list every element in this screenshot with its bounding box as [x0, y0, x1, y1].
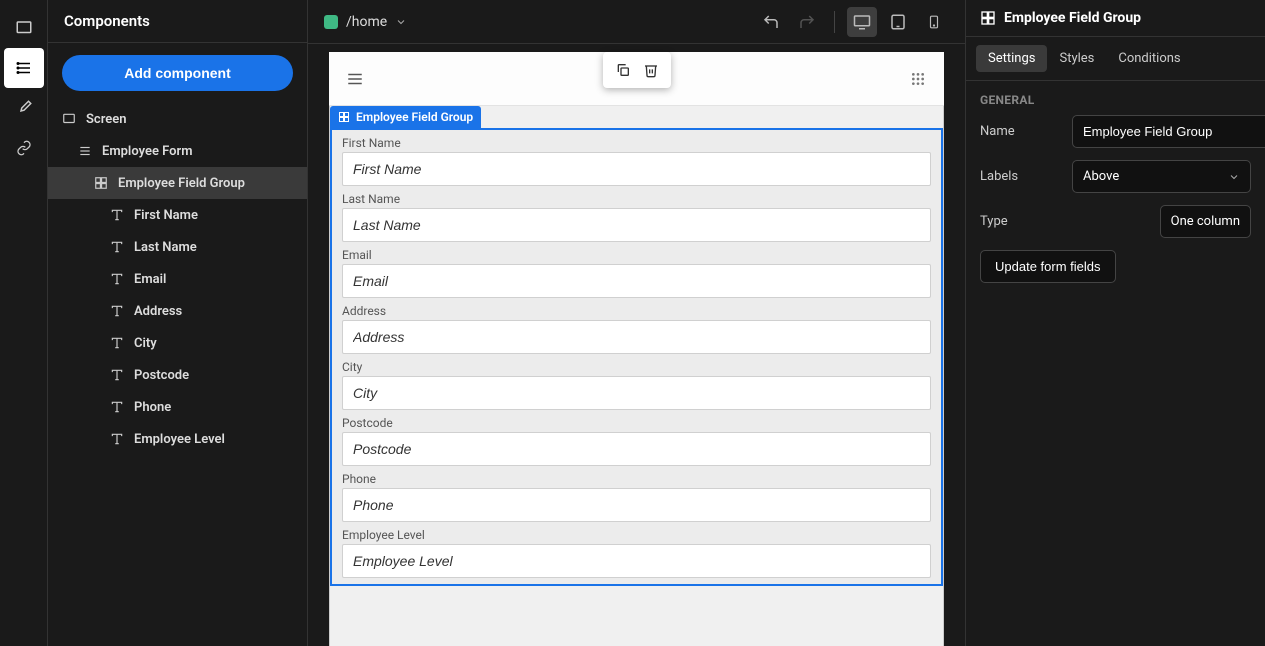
- selection-toolbar: [603, 52, 671, 88]
- tree-field[interactable]: Address: [48, 295, 307, 327]
- form-field-label: Last Name: [342, 192, 931, 206]
- form-field-input[interactable]: [342, 320, 931, 354]
- prop-type-label: Type: [980, 214, 1060, 229]
- text-field-icon: [108, 400, 126, 414]
- section-general: GENERAL: [966, 81, 1265, 115]
- add-component-button[interactable]: Add component: [62, 55, 293, 91]
- form-field-label: City: [342, 360, 931, 374]
- tab-settings[interactable]: Settings: [976, 45, 1047, 72]
- form-field-input[interactable]: [342, 208, 931, 242]
- theme-tab-icon[interactable]: [4, 88, 44, 128]
- tree-field-label: Address: [134, 304, 182, 319]
- employee-field-group[interactable]: First Name Last Name Email Address City …: [330, 128, 943, 586]
- tree-field[interactable]: Employee Level: [48, 423, 307, 455]
- tree-field-label: City: [134, 336, 157, 351]
- form-field-input[interactable]: [342, 544, 931, 578]
- form-field[interactable]: Phone: [336, 466, 937, 522]
- form-field-label: Address: [342, 304, 931, 318]
- text-field-icon: [108, 304, 126, 318]
- form-field[interactable]: Last Name: [336, 186, 937, 242]
- form-icon: [76, 144, 94, 158]
- update-form-fields-button[interactable]: Update form fields: [980, 250, 1116, 283]
- components-panel-title: Components: [48, 0, 307, 43]
- prop-name-input[interactable]: [1072, 115, 1265, 148]
- components-tab-icon[interactable]: [4, 48, 44, 88]
- tree-field-label: Email: [134, 272, 166, 287]
- prop-type-value: One column: [1160, 205, 1251, 238]
- delete-button[interactable]: [637, 56, 665, 84]
- tab-conditions[interactable]: Conditions: [1106, 45, 1192, 72]
- route-path: /home: [346, 14, 387, 30]
- links-tab-icon[interactable]: [4, 128, 44, 168]
- tree-field-label: First Name: [134, 208, 198, 223]
- tree-field-label: Employee Level: [134, 432, 225, 447]
- tree-field-label: Postcode: [134, 368, 189, 383]
- duplicate-button[interactable]: [609, 56, 637, 84]
- device-desktop-button[interactable]: [847, 7, 877, 37]
- chevron-down-icon: [1228, 171, 1240, 183]
- text-field-icon: [108, 432, 126, 446]
- form-field-input[interactable]: [342, 488, 931, 522]
- field-group-icon: [338, 111, 350, 123]
- tab-styles[interactable]: Styles: [1047, 45, 1106, 72]
- tree-screen-label: Screen: [86, 112, 127, 127]
- device-mobile-button[interactable]: [919, 7, 949, 37]
- form-field-label: Phone: [342, 472, 931, 486]
- tree-field-group[interactable]: Employee Field Group: [48, 167, 307, 199]
- form-field-label: Postcode: [342, 416, 931, 430]
- form-field-input[interactable]: [342, 152, 931, 186]
- form-field-label: First Name: [342, 136, 931, 150]
- tree-field[interactable]: Phone: [48, 391, 307, 423]
- hamburger-icon[interactable]: [343, 67, 367, 91]
- form-field-input[interactable]: [342, 376, 931, 410]
- tree-field[interactable]: First Name: [48, 199, 307, 231]
- form-field-input[interactable]: [342, 264, 931, 298]
- redo-button[interactable]: [792, 7, 822, 37]
- form-field-label: Email: [342, 248, 931, 262]
- toolbar-divider: [834, 11, 835, 33]
- tree-screen[interactable]: Screen: [48, 103, 307, 135]
- tree-field-group-label: Employee Field Group: [118, 176, 245, 191]
- form-field[interactable]: Address: [336, 298, 937, 354]
- prop-labels-label: Labels: [980, 169, 1060, 184]
- tree-field[interactable]: Last Name: [48, 231, 307, 263]
- tree-field-label: Phone: [134, 400, 171, 415]
- apps-grid-icon[interactable]: [906, 67, 930, 91]
- chevron-down-icon: [395, 16, 407, 28]
- prop-labels-value: Above: [1083, 169, 1119, 184]
- tree-field[interactable]: City: [48, 327, 307, 359]
- text-field-icon: [108, 336, 126, 350]
- route-status-dot: [324, 15, 338, 29]
- form-field-input[interactable]: [342, 432, 931, 466]
- undo-button[interactable]: [756, 7, 786, 37]
- tree-field[interactable]: Email: [48, 263, 307, 295]
- text-field-icon: [108, 368, 126, 382]
- selection-tag-label: Employee Field Group: [356, 110, 473, 124]
- form-field[interactable]: City: [336, 354, 937, 410]
- tree-form-label: Employee Form: [102, 144, 193, 159]
- text-field-icon: [108, 208, 126, 222]
- text-field-icon: [108, 240, 126, 254]
- prop-labels-select[interactable]: Above: [1072, 160, 1251, 193]
- field-group-icon: [92, 176, 110, 190]
- form-field[interactable]: Postcode: [336, 410, 937, 466]
- device-tablet-button[interactable]: [883, 7, 913, 37]
- prop-name-label: Name: [980, 124, 1060, 139]
- screens-tab-icon[interactable]: [4, 8, 44, 48]
- route-selector[interactable]: /home: [324, 14, 407, 30]
- tree-field-label: Last Name: [134, 240, 197, 255]
- form-field[interactable]: First Name: [336, 130, 937, 186]
- text-field-icon: [108, 272, 126, 286]
- tree-form[interactable]: Employee Form: [48, 135, 307, 167]
- tree-field[interactable]: Postcode: [48, 359, 307, 391]
- form-field[interactable]: Email: [336, 242, 937, 298]
- screen-icon: [60, 112, 78, 126]
- form-field[interactable]: Employee Level: [336, 522, 937, 578]
- props-title: Employee Field Group: [1004, 10, 1141, 26]
- field-group-icon: [980, 10, 996, 26]
- design-frame: Employee Field Group First Name Last Nam…: [329, 52, 944, 646]
- selection-tag[interactable]: Employee Field Group: [330, 106, 481, 128]
- form-field-label: Employee Level: [342, 528, 931, 542]
